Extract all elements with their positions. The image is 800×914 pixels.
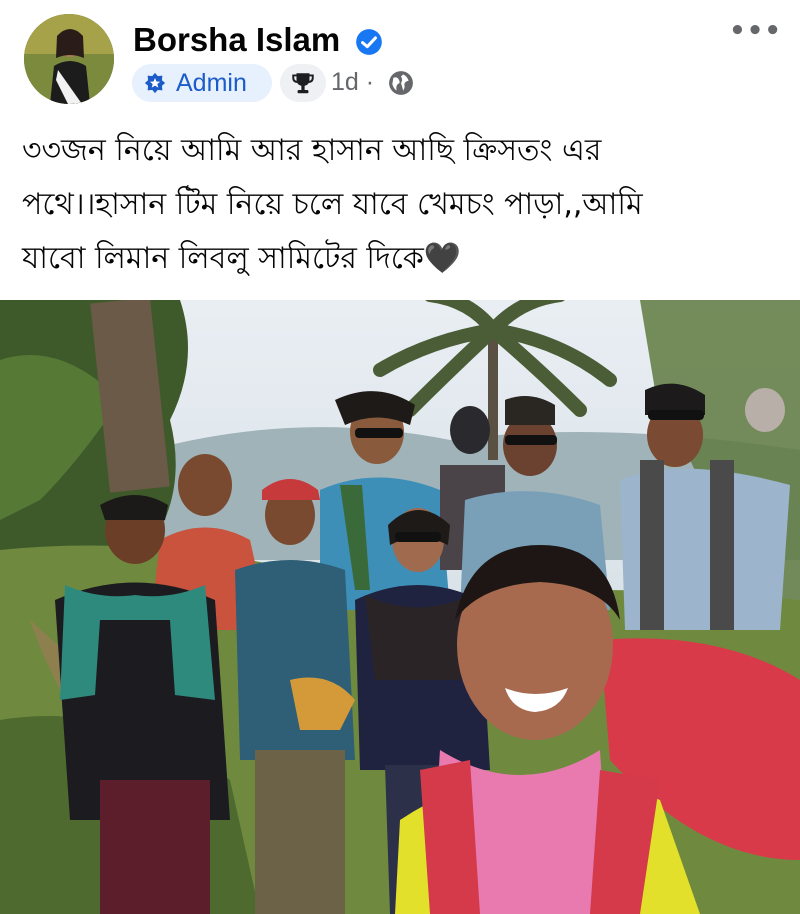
post-text-line: যাবো লিমান লিবলু সামিটের দিকে🖤 xyxy=(22,241,462,276)
globe-icon xyxy=(389,71,413,95)
post-header: Borsha Islam ••• Admin 1d · xyxy=(0,0,800,110)
separator-dot: · xyxy=(365,68,375,96)
star-badge-icon xyxy=(144,72,166,94)
group-selfie-image xyxy=(0,300,800,914)
post-photo[interactable] xyxy=(0,300,800,914)
facebook-post: Borsha Islam ••• Admin 1d · ৩৩জন নিয়ে আ… xyxy=(0,0,800,914)
admin-badge[interactable]: Admin xyxy=(132,64,272,102)
post-text-line: ৩৩জন নিয়ে আমি আর হাসান আছি ক্রিসতং এর xyxy=(22,133,602,168)
more-options-icon[interactable]: ••• xyxy=(729,18,782,44)
author-name[interactable]: Borsha Islam xyxy=(133,20,340,60)
post-timestamp[interactable]: 1d · xyxy=(331,67,374,97)
trophy-icon xyxy=(292,73,314,94)
admin-label: Admin xyxy=(176,69,247,97)
verified-badge-icon xyxy=(356,29,382,55)
post-text-line: পথে।।হাসান টিম নিয়ে চলে যাবে খেমচং পাড়… xyxy=(22,187,643,222)
timestamp-text: 1d xyxy=(331,68,359,96)
author-avatar[interactable] xyxy=(24,14,114,104)
post-text: ৩৩জন নিয়ে আমি আর হাসান আছি ক্রিসতং এর প… xyxy=(22,124,782,286)
trophy-badge[interactable] xyxy=(280,64,326,102)
